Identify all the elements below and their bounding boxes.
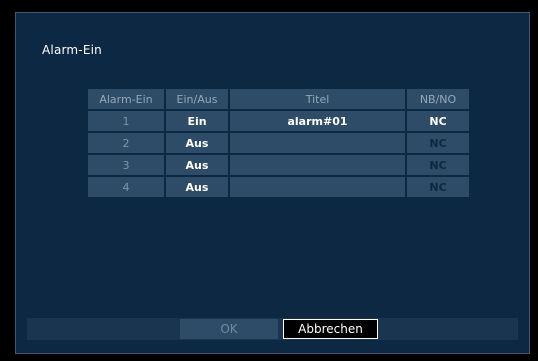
- table-row: 1 Ein alarm#01 NC: [88, 111, 469, 131]
- nb-no-cell[interactable]: NC: [407, 111, 469, 131]
- button-bar: OK Abbrechen: [27, 318, 518, 340]
- alarm-number-cell: 2: [88, 133, 164, 153]
- on-off-cell[interactable]: Ein: [166, 111, 228, 131]
- header-on-off: Ein/Aus: [166, 89, 228, 109]
- table-row: 4 Aus NC: [88, 177, 469, 197]
- on-off-cell[interactable]: Aus: [166, 133, 228, 153]
- alarm-in-dialog: Alarm-Ein Alarm-Ein Ein/Aus Titel NB/NO …: [15, 12, 530, 354]
- header-alarm-in: Alarm-Ein: [88, 89, 164, 109]
- nb-no-cell: NC: [407, 155, 469, 175]
- nb-no-cell: NC: [407, 177, 469, 197]
- table-row: 3 Aus NC: [88, 155, 469, 175]
- on-off-cell[interactable]: Aus: [166, 155, 228, 175]
- alarm-number-cell: 1: [88, 111, 164, 131]
- cancel-button[interactable]: Abbrechen: [283, 319, 378, 339]
- table-row: 2 Aus NC: [88, 133, 469, 153]
- title-cell: [230, 155, 405, 175]
- alarm-table: Alarm-Ein Ein/Aus Titel NB/NO 1 Ein alar…: [86, 87, 471, 199]
- alarm-number-cell: 4: [88, 177, 164, 197]
- alarm-number-cell: 3: [88, 155, 164, 175]
- screen: Alarm-Ein Alarm-Ein Ein/Aus Titel NB/NO …: [0, 0, 538, 361]
- title-cell[interactable]: alarm#01: [230, 111, 405, 131]
- header-nb-no: NB/NO: [407, 89, 469, 109]
- dialog-title: Alarm-Ein: [42, 43, 102, 57]
- ok-button[interactable]: OK: [180, 319, 278, 339]
- header-title: Titel: [230, 89, 405, 109]
- nb-no-cell: NC: [407, 133, 469, 153]
- table-header-row: Alarm-Ein Ein/Aus Titel NB/NO: [88, 89, 469, 109]
- on-off-cell[interactable]: Aus: [166, 177, 228, 197]
- title-cell: [230, 177, 405, 197]
- title-cell: [230, 133, 405, 153]
